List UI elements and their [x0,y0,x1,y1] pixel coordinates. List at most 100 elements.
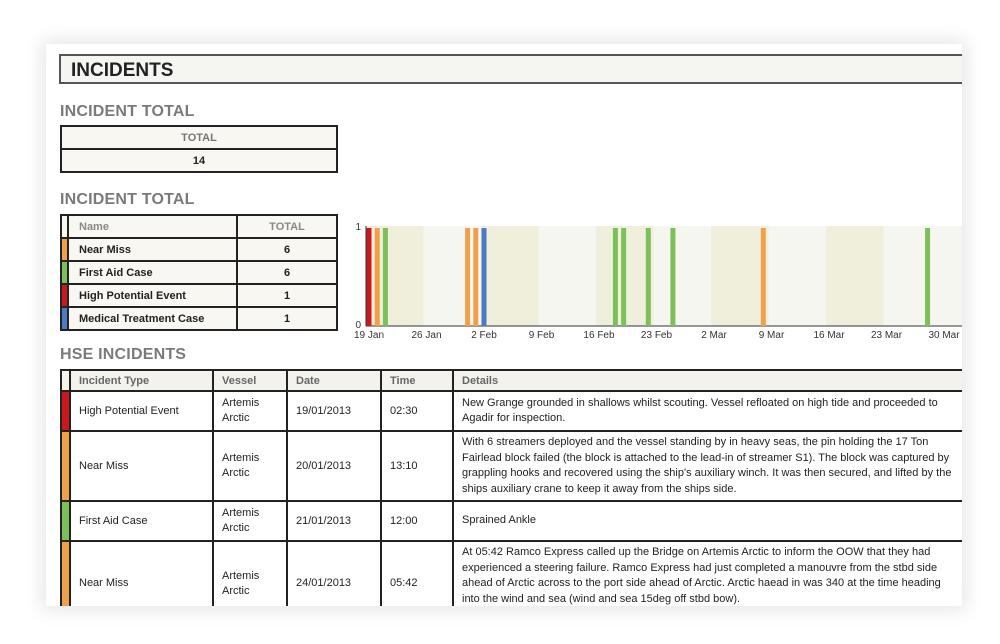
category-total-heading: INCIDENT TOTAL [60,191,195,208]
incident-total-heading: INCIDENT TOTAL [60,103,195,120]
chart-x-tick-label: 16 Feb [583,330,615,341]
chart-bar [382,228,388,326]
color-swatch [60,390,71,432]
incident-details: With 6 streamers deployed and the vessel… [452,430,962,502]
incident-date: 21/01/2013 [286,500,382,542]
chart-bar [645,228,651,326]
details-line: ahead of Arctic across to the port side … [462,577,941,589]
chart-week-band [366,226,424,326]
category-row: Near Miss 6 [60,237,338,262]
category-name: Near Miss [67,237,238,262]
details-line: At 05:42 Ramco Express called up the Bri… [462,546,931,558]
incident-time: 05:42 [380,540,454,606]
hse-incident-row: High Potential Event Artemis Arctic 19/01/2… [60,390,962,432]
hse-header-row: Incident Type Vessel Date Time Details [60,369,962,392]
category-total-table: Name TOTAL Near Miss 6 First Aid Case 6 … [60,214,338,331]
vessel-cell: Artemis Arctic [212,430,288,502]
vessel-name-line: Artemis [222,507,260,519]
incident-date: 20/01/2013 [286,430,382,502]
chart-x-tick-label: 19 Jan [354,330,384,341]
category-name: High Potential Event [67,283,238,308]
swatch-header [60,214,69,239]
chart-x-tick-label: 30 Mar [928,330,960,341]
chart-bar [366,228,372,326]
details-line: With 6 streamers deployed and the vessel… [462,436,929,448]
incident-details: New Grange grounded in shallows whilst s… [452,390,962,432]
incident-time: 02:30 [380,390,454,432]
color-swatch [60,283,69,308]
details-line: ships auxiliary crane to keep it away fr… [462,482,737,495]
chart-x-tick-label: 26 Jan [411,330,441,341]
vessel-cell: Artemis Arctic [212,390,288,432]
details-line: grappling hooks and recovered using the … [462,467,952,479]
color-swatch [60,430,71,502]
incident-type: Near Miss [69,430,214,502]
details-line: Sprained Ankle [462,514,536,527]
chart-x-tick-label: 16 Mar [813,330,845,341]
chart-x-tick-label: 23 Feb [641,330,673,341]
chart-bar [465,228,471,326]
chart-bar [670,228,676,326]
total-header: TOTAL [60,125,338,150]
incident-details: Sprained Ankle [452,500,962,542]
chart-bar [621,228,627,326]
chart-week-band [711,226,769,326]
hse-incident-row: First Aid Case Artemis Arctic 21/01/2013 12:… [60,500,962,542]
vessel-cell: Artemis Arctic [212,540,288,606]
vessel-name-line: Arctic [222,467,250,479]
color-swatch [60,260,69,285]
color-swatch [60,237,69,262]
incident-type: First Aid Case [69,500,214,542]
column-date: Date [286,369,382,392]
page-title-bar: INCIDENTS [59,54,962,84]
column-vessel: Vessel [212,369,288,392]
chart-bar [374,228,380,326]
swatch-header [60,369,71,392]
chart-bar [481,228,487,326]
details-line: into the wind and sea (wind and sea 15de… [462,592,741,605]
category-name: Medical Treatment Case [67,306,238,331]
column-name: Name [67,214,238,239]
category-row: High Potential Event 1 [60,283,338,308]
details-line: experienced a steering failure. Ramco Ex… [462,561,938,574]
chart-week-band [481,226,539,326]
chart-x-tick-label: 23 Mar [871,330,903,341]
vessel-name-line: Artemis [222,569,260,582]
chart-bar [612,228,618,326]
category-row: Medical Treatment Case 1 [60,306,338,331]
column-total: TOTAL [236,214,338,239]
details-line: New Grange grounded in shallows whilst s… [462,396,938,409]
chart-x-tick-label: 2 Mar [701,330,727,341]
chart-x-tick-label: 2 Feb [471,330,497,341]
details-line: Agadir for inspection. [462,412,566,424]
chart-bar [760,228,766,326]
color-swatch [60,540,71,606]
column-time: Time [380,369,454,392]
column-details: Details [452,369,962,392]
hse-incidents-table: Incident Type Vessel Date Time Details H… [60,369,962,606]
total-value: 14 [60,148,338,173]
incident-type: High Potential Event [69,390,214,432]
color-swatch [60,306,69,331]
chart-bar [925,228,931,326]
column-incident-type: Incident Type [69,369,214,392]
incident-time: 13:10 [380,430,454,502]
hse-incident-row: Near Miss Artemis Arctic 24/01/2013 05:42 At … [60,540,962,606]
incident-date: 19/01/2013 [286,390,382,432]
incident-date: 24/01/2013 [286,540,382,606]
category-total: 6 [236,260,338,285]
hse-incident-row: Near Miss Artemis Arctic 20/01/2013 13:10 Wit… [60,430,962,502]
color-swatch [60,500,71,542]
details-line: Fairlead block failed (the block is atta… [462,451,950,464]
vessel-name-line: Arctic [222,584,250,597]
chart-week-band [826,226,884,326]
chart-bar [473,228,479,326]
category-row: First Aid Case 6 [60,260,338,285]
vessel-name-line: Artemis [222,452,260,464]
incident-details: At 05:42 Ramco Express called up the Bri… [452,540,962,606]
category-total: 6 [236,237,338,262]
report-page: INCIDENTS INCIDENT TOTAL TOTAL 14 INCIDE… [46,44,962,606]
chart-x-tick-label: 9 Mar [759,330,785,341]
incident-time: 12:00 [380,500,454,542]
vessel-cell: Artemis Arctic [212,500,288,542]
